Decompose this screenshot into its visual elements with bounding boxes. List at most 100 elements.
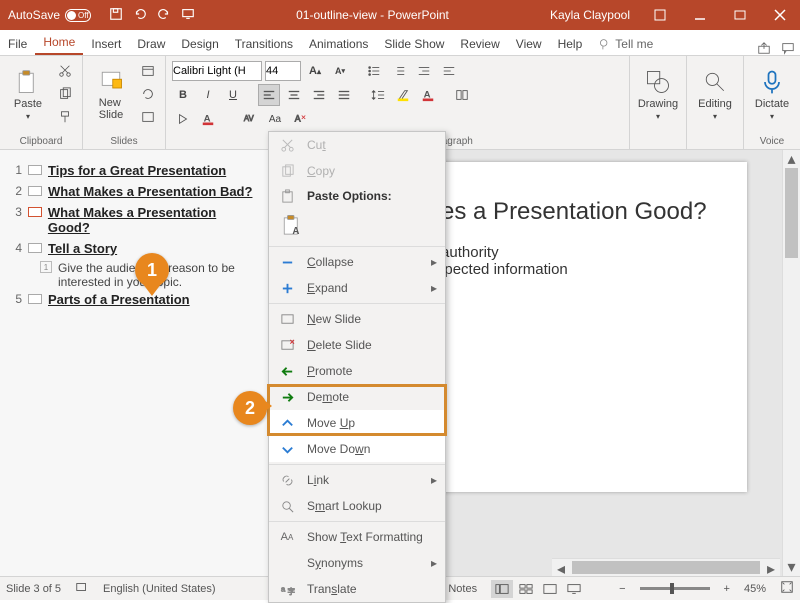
font-color-icon[interactable]: A [417, 84, 439, 106]
share-icon[interactable] [752, 41, 776, 55]
numbering-icon[interactable] [388, 60, 410, 82]
ctx-cut[interactable]: Cut [269, 132, 445, 158]
outline-item[interactable]: 1Tips for a Great Presentation [8, 160, 261, 181]
maximize-icon[interactable] [720, 0, 760, 30]
ctx-collapse[interactable]: Collapse▸ [269, 249, 445, 275]
increase-font-icon[interactable]: A▴ [304, 60, 326, 82]
font-size-input[interactable] [265, 61, 301, 81]
copy-icon[interactable] [54, 83, 76, 105]
ctx-link[interactable]: Link▸ [269, 467, 445, 493]
promote-icon [277, 364, 297, 379]
smart-lookup-icon [277, 499, 297, 514]
new-slide-button[interactable]: New Slide [89, 60, 133, 128]
outline-item[interactable]: 2What Makes a Presentation Bad? [8, 181, 261, 202]
redo-icon[interactable] [157, 7, 171, 24]
ctx-paste-keep-text[interactable]: A [269, 208, 445, 244]
outline-item-selected[interactable]: 3What Makes a Presentation Good? [8, 202, 261, 238]
scroll-thumb[interactable] [785, 168, 798, 258]
paste-button[interactable]: Paste ▾ [6, 60, 50, 128]
cut-icon[interactable] [54, 60, 76, 82]
ctx-synonyms[interactable]: Synonyms▸ [269, 550, 445, 576]
reset-icon[interactable] [137, 83, 159, 105]
drawing-button[interactable]: Drawing▾ [636, 60, 680, 128]
justify-icon[interactable] [333, 84, 355, 106]
tab-view[interactable]: View [508, 33, 550, 55]
close-icon[interactable] [760, 0, 800, 30]
move-up-icon [277, 416, 297, 431]
start-slideshow-icon[interactable] [181, 7, 195, 24]
zoom-in-icon[interactable]: + [724, 583, 730, 595]
tab-file[interactable]: File [0, 33, 35, 55]
ctx-promote[interactable]: Promote [269, 358, 445, 384]
format-painter-icon[interactable] [54, 106, 76, 128]
scroll-up-icon[interactable]: ▴ [783, 150, 800, 168]
zoom-level[interactable]: 45% [744, 583, 766, 595]
tab-home[interactable]: Home [35, 31, 83, 55]
slide-counter[interactable]: Slide 3 of 5 [6, 583, 61, 595]
horizontal-scrollbar[interactable]: ◂▸ [552, 558, 780, 576]
tab-slideshow[interactable]: Slide Show [376, 33, 452, 55]
tab-transitions[interactable]: Transitions [227, 33, 301, 55]
minimize-icon[interactable] [680, 0, 720, 30]
zoom-slider[interactable] [640, 587, 710, 590]
autosave-toggle[interactable]: AutoSave Off [0, 8, 99, 22]
layout-icon[interactable] [137, 60, 159, 82]
align-right-icon[interactable] [308, 84, 330, 106]
ribbon-display-icon[interactable] [640, 0, 680, 30]
align-left-icon[interactable] [258, 84, 280, 106]
fit-window-icon[interactable] [780, 580, 794, 597]
line-spacing-icon[interactable] [367, 84, 389, 106]
decrease-font-icon[interactable]: A▾ [329, 60, 351, 82]
columns-icon[interactable] [451, 84, 473, 106]
ctx-translate[interactable]: a字Translate [269, 576, 445, 602]
tab-review[interactable]: Review [452, 33, 507, 55]
indent-left-icon[interactable] [413, 60, 435, 82]
scroll-down-icon[interactable]: ▾ [783, 558, 800, 576]
ctx-smart-lookup[interactable]: Smart Lookup [269, 493, 445, 519]
group-editing: Editing▾ [687, 56, 744, 149]
reading-view-icon[interactable] [539, 580, 561, 598]
user-name: Kayla Claypool [540, 8, 640, 22]
ctx-copy[interactable]: Copy [269, 158, 445, 184]
font-name-input[interactable] [172, 61, 262, 81]
ctx-expand[interactable]: Expand▸ [269, 275, 445, 301]
vertical-scrollbar[interactable]: ▴ ▾ [782, 150, 800, 576]
tab-animations[interactable]: Animations [301, 33, 376, 55]
ctx-new-slide[interactable]: New Slide [269, 306, 445, 332]
ctx-move-down[interactable]: Move Down [269, 436, 445, 462]
tab-help[interactable]: Help [550, 33, 591, 55]
language-status[interactable]: English (United States) [103, 583, 216, 595]
outline-pane[interactable]: 1Tips for a Great Presentation 2What Mak… [0, 150, 270, 576]
tab-draw[interactable]: Draw [129, 33, 173, 55]
normal-view-icon[interactable] [491, 580, 513, 598]
save-icon[interactable] [109, 7, 123, 24]
tab-design[interactable]: Design [173, 33, 226, 55]
tab-insert[interactable]: Insert [83, 33, 129, 55]
italic-icon[interactable]: I [197, 84, 219, 106]
ctx-show-text-formatting[interactable]: AAShow Text Formatting [269, 524, 445, 550]
editing-button[interactable]: Editing▾ [693, 60, 737, 128]
slideshow-view-icon[interactable] [563, 580, 585, 598]
spellcheck-icon[interactable] [75, 580, 89, 597]
zoom-out-icon[interactable]: − [619, 583, 625, 595]
shape-effects-icon[interactable] [172, 108, 194, 130]
section-icon[interactable] [137, 106, 159, 128]
bold-icon[interactable]: B [172, 84, 194, 106]
tell-me-search[interactable]: Tell me [590, 33, 661, 55]
ctx-move-up[interactable]: Move Up [269, 410, 445, 436]
ctx-delete-slide[interactable]: Delete Slide [269, 332, 445, 358]
bullets-icon[interactable] [363, 60, 385, 82]
change-case-icon[interactable]: Aa [264, 108, 286, 130]
comments-icon[interactable] [776, 41, 800, 55]
text-fill-icon[interactable]: A [197, 108, 219, 130]
ctx-demote[interactable]: Demote [269, 384, 445, 410]
underline-icon[interactable]: U [222, 84, 244, 106]
indent-right-icon[interactable] [438, 60, 460, 82]
align-center-icon[interactable] [283, 84, 305, 106]
highlight-icon[interactable] [392, 84, 414, 106]
character-spacing-icon[interactable]: AV [239, 108, 261, 130]
undo-icon[interactable] [133, 7, 147, 24]
sorter-view-icon[interactable] [515, 580, 537, 598]
dictate-button[interactable]: Dictate▾ [750, 60, 794, 128]
clear-formatting-icon[interactable]: A [289, 108, 311, 130]
